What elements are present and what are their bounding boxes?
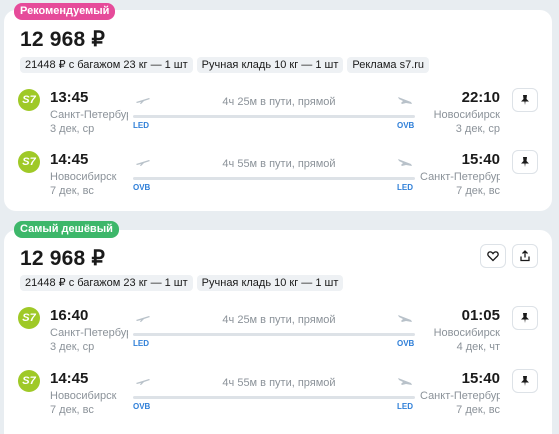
ticket-tags: 21448 ₽ с багажом 23 кг — 1 шт Ручная кл… [20,275,344,291]
plane-landing-icon [398,159,412,166]
origin-airport-code: OVB [133,402,151,411]
flight-route-line [133,396,415,399]
departure-city: Новосибирск [50,171,117,183]
share-icon [520,250,530,262]
baggage-tag[interactable]: 21448 ₽ с багажом 23 кг — 1 шт [20,57,193,73]
pin-icon [521,376,529,386]
destination-airport-code: OVB [397,339,415,348]
arrival-date: 7 дек, вс [456,185,500,197]
departure-date: 3 дек, ср [50,341,95,353]
s7-airline-logo: S7 [18,89,40,111]
arrival-date: 7 дек, вс [456,404,500,416]
plane-takeoff-icon [136,98,150,104]
arrival-city: Санкт-Петербург [420,171,500,183]
share-button[interactable] [512,244,538,268]
departure-date: 7 дек, вс [50,185,94,197]
arrival-city: Новосибирск [433,109,500,121]
heart-icon [487,251,499,262]
plane-takeoff-icon [136,379,150,385]
flight-duration: 4ч 25м в пути, прямой [222,96,336,108]
flight-route-line [133,115,415,118]
pin-button[interactable] [512,306,538,330]
flight-segment[interactable]: S7 14:45 Новосибирск 7 дек, вс 4ч 55м в … [4,369,552,420]
departure-time: 14:45 [50,370,89,387]
cheapest-badge: Самый дешёвый [14,221,119,238]
pin-button[interactable] [512,369,538,393]
arrival-time: 01:05 [461,307,500,324]
ad-tag[interactable]: Реклама s7.ru [347,57,430,73]
arrival-city: Санкт-Петербург [420,390,500,402]
ticket-card-cheapest[interactable]: 12 968 ₽ 21448 ₽ с багажом 23 кг — 1 шт … [4,230,552,434]
pin-icon [521,95,529,105]
departure-date: 7 дек, вс [50,404,94,416]
destination-airport-code: OVB [397,121,415,130]
departure-city: Новосибирск [50,390,117,402]
pin-icon [521,313,529,323]
arrival-time: 15:40 [461,151,500,168]
departure-time: 16:40 [50,307,89,324]
origin-airport-code: OVB [133,183,151,192]
flight-duration: 4ч 25м в пути, прямой [222,314,336,326]
flight-segment[interactable]: S7 16:40 Санкт-Петербург 3 дек, ср 4ч 25… [4,306,552,357]
arrival-time: 15:40 [461,370,500,387]
s7-airline-logo: S7 [18,151,40,173]
departure-city: Санкт-Петербург [50,327,128,339]
hand-luggage-tag: Ручная кладь 10 кг — 1 шт [196,57,344,73]
arrival-date: 3 дек, ср [455,123,500,135]
ticket-price: 12 968 ₽ [20,247,106,270]
departure-date: 3 дек, ср [50,123,95,135]
flight-segment[interactable]: S7 14:45 Новосибирск 7 дек, вс 4ч 55м в … [4,150,552,201]
arrival-city: Новосибирск [433,327,500,339]
s7-airline-logo: S7 [18,370,40,392]
hand-luggage-tag: Ручная кладь 10 кг — 1 шт [196,275,344,291]
plane-landing-icon [398,97,412,104]
flight-duration: 4ч 55м в пути, прямой [222,158,336,170]
pin-button[interactable] [512,88,538,112]
plane-takeoff-icon [136,160,150,166]
arrival-time: 22:10 [461,89,500,106]
ticket-price: 12 968 ₽ [20,28,106,51]
origin-airport-code: LED [133,121,149,130]
flight-route-line [133,333,415,336]
pin-button[interactable] [512,150,538,174]
destination-airport-code: LED [397,183,413,192]
recommended-badge: Рекомендуемый [14,3,116,20]
flight-route-line [133,177,415,180]
arrival-date: 4 дек, чт [456,341,500,353]
baggage-tag[interactable]: 21448 ₽ с багажом 23 кг — 1 шт [20,275,193,291]
ticket-card-recommended[interactable]: 12 968 ₽ 21448 ₽ с багажом 23 кг — 1 шт … [4,10,552,211]
ticket-tags: 21448 ₽ с багажом 23 кг — 1 шт Ручная кл… [20,57,430,73]
favorite-button[interactable] [480,244,506,268]
pin-icon [521,157,529,167]
plane-landing-icon [398,378,412,385]
s7-airline-logo: S7 [18,307,40,329]
flight-segment[interactable]: S7 13:45 Санкт-Петербург 3 дек, ср 4ч 25… [4,88,552,139]
origin-airport-code: LED [133,339,149,348]
departure-time: 14:45 [50,151,89,168]
departure-city: Санкт-Петербург [50,109,128,121]
destination-airport-code: LED [397,402,413,411]
departure-time: 13:45 [50,89,89,106]
flight-duration: 4ч 55м в пути, прямой [222,377,336,389]
plane-landing-icon [398,315,412,322]
plane-takeoff-icon [136,316,150,322]
